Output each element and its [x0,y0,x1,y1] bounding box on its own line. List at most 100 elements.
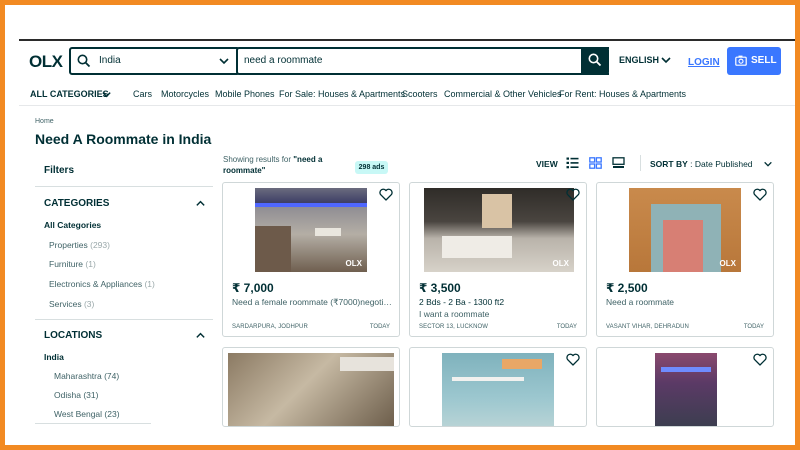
category-filter-furniture[interactable]: Furniture (1) [49,259,96,269]
sell-label: SELL [751,55,777,66]
ads-count-badge: 298 ads [355,161,388,174]
chevron-down-icon [219,58,229,65]
filter-count: (1) [85,259,96,269]
location-filter-odisha[interactable]: Odisha (31) [54,390,98,400]
divider [35,319,213,320]
results-summary: Showing results for "need a roommate" [223,154,343,176]
listing-title: Need a female roommate (₹7000)negotia... [232,297,392,307]
location-filter-india[interactable]: India [44,352,64,362]
filter-label: West Bengal [54,409,103,419]
search-input[interactable]: need a roommate [236,47,609,75]
filter-label: Odisha [54,390,81,400]
category-filter-services[interactable]: Services (3) [49,299,94,309]
listing-price: ₹ 2,500 [606,281,648,295]
sell-button[interactable]: SELL [727,47,781,75]
search-button[interactable] [581,47,609,75]
listing-photo [442,353,554,426]
login-link[interactable]: LOGIN [688,57,720,68]
filter-label: Electronics & Appliances [49,279,143,289]
photo-detail [502,359,542,369]
filter-label: Maharashtra [54,371,102,381]
listing-card[interactable]: OLX ₹ 7,000 Need a female roommate (₹700… [222,182,400,337]
chevron-down-icon[interactable] [101,89,112,100]
locations-heading[interactable]: LOCATIONS [44,330,102,341]
olx-watermark: OLX [345,259,362,268]
chevron-down-icon[interactable] [660,54,672,66]
category-link-commercial-vehicles[interactable]: Commercial & Other Vehicles [444,89,562,99]
view-label: VIEW [536,159,558,169]
listing-location: SECTOR 13, LUCKNOW [419,324,489,330]
listing-title: I want a roommate [419,309,490,319]
category-filter-properties[interactable]: Properties (293) [49,240,110,250]
category-filter-electronics[interactable]: Electronics & Appliances (1) [49,279,155,289]
heart-icon[interactable] [753,353,767,366]
listing-card[interactable]: OLX ₹ 3,500 2 Bds - 2 Ba - 1300 ft2 I wa… [409,182,587,337]
search-icon [77,54,91,68]
listing-details: 2 Bds - 2 Ba - 1300 ft2 [419,297,505,307]
olx-logo[interactable]: OLX [29,52,63,72]
heart-icon[interactable] [753,188,767,201]
photo-detail [482,194,512,228]
location-selector[interactable]: India [69,47,240,75]
all-categories-filter[interactable]: All Categories [44,220,101,230]
photo-detail [255,203,367,207]
sort-label: SORT BY [650,159,688,169]
listing-date: TODAY [743,324,764,330]
grid-view-icon[interactable] [589,157,602,169]
language-selector[interactable]: ENGLISH [619,55,659,65]
filter-count: (3) [83,299,95,309]
heart-icon[interactable] [379,188,393,201]
sort-value: : Date Published [690,159,753,169]
category-link-houses-sale[interactable]: For Sale: Houses & Apartments [279,89,405,99]
filters-heading: Filters [44,165,75,176]
listing-photo [655,353,717,426]
divider [640,155,641,171]
olx-watermark: OLX [552,259,569,268]
category-link-scooters[interactable]: Scooters [402,89,438,99]
listing-card[interactable] [596,347,774,427]
search-query: need a roommate [244,55,323,66]
listing-photo: OLX [629,188,741,272]
divider [35,186,213,187]
listing-card[interactable] [222,347,400,427]
listing-title: Need a roommate [606,297,675,307]
location-filter-west-bengal[interactable]: West Bengal (23) [54,409,120,419]
list-view-icon[interactable] [566,157,579,169]
listing-location: VASANT VIHAR, DEHRADUN [606,324,689,330]
category-link-cars[interactable]: Cars [133,89,152,99]
all-categories-menu[interactable]: ALL CATEGORIES [30,89,109,99]
listing-card[interactable]: OLX ₹ 2,500 Need a roommate VASANT VIHAR… [596,182,774,337]
heart-icon[interactable] [566,353,580,366]
sort-dropdown[interactable]: SORT BY : Date Published [650,159,753,169]
heart-icon[interactable] [566,188,580,201]
category-link-houses-rent[interactable]: For Rent: Houses & Apartments [559,89,686,99]
listing-price: ₹ 7,000 [232,281,274,295]
gallery-view-icon[interactable] [612,157,625,169]
photo-detail [661,367,711,372]
divider [35,423,151,424]
category-nav: ALL CATEGORIES Cars Motorcycles Mobile P… [19,82,795,106]
category-link-mobile-phones[interactable]: Mobile Phones [215,89,275,99]
listing-card[interactable] [409,347,587,427]
chevron-down-icon[interactable] [763,159,773,169]
filter-count: (23) [104,409,120,419]
photo-detail [452,377,524,381]
filter-label: Furniture [49,259,84,269]
photo-detail [255,226,291,272]
breadcrumb[interactable]: Home [35,118,54,125]
listing-date: TODAY [556,324,577,330]
categories-heading[interactable]: CATEGORIES [44,198,109,209]
location-filter-maharashtra[interactable]: Maharashtra (74) [54,371,119,381]
filter-label: Services [49,299,82,309]
category-link-motorcycles[interactable]: Motorcycles [161,89,209,99]
photo-detail [340,357,394,371]
filter-count: (31) [83,390,99,400]
photo-detail [315,228,341,236]
page-title: Need A Roommate in India [35,131,212,147]
chevron-up-icon[interactable] [195,198,206,209]
site-header: OLX India need a roommate ENGLISH LOGIN … [19,41,795,82]
filter-label: Properties [49,240,88,250]
listing-photo [228,353,394,426]
results-prefix: Showing results for [223,155,292,164]
chevron-up-icon[interactable] [195,330,206,341]
